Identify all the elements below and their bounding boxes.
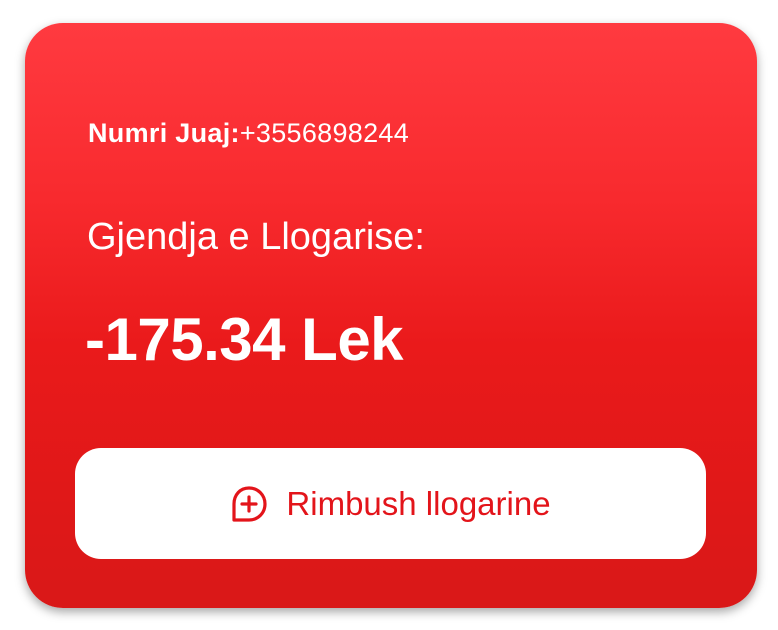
topup-button-label: Rimbush llogarine (286, 484, 551, 522)
phone-number-value: +3556898244 (239, 118, 410, 148)
balance-label: Gjendja e Llogarise: (87, 216, 425, 258)
phone-number-line: Numri Juaj:+3556898244 (88, 118, 409, 149)
account-balance-card: Numri Juaj:+3556898244 Gjendja e Llogari… (25, 23, 757, 608)
topup-button[interactable]: Rimbush llogarine (75, 448, 706, 559)
balance-value: -175.34 Lek (85, 306, 404, 373)
chat-plus-icon (230, 485, 268, 523)
phone-number-label: Numri Juaj: (88, 118, 240, 148)
